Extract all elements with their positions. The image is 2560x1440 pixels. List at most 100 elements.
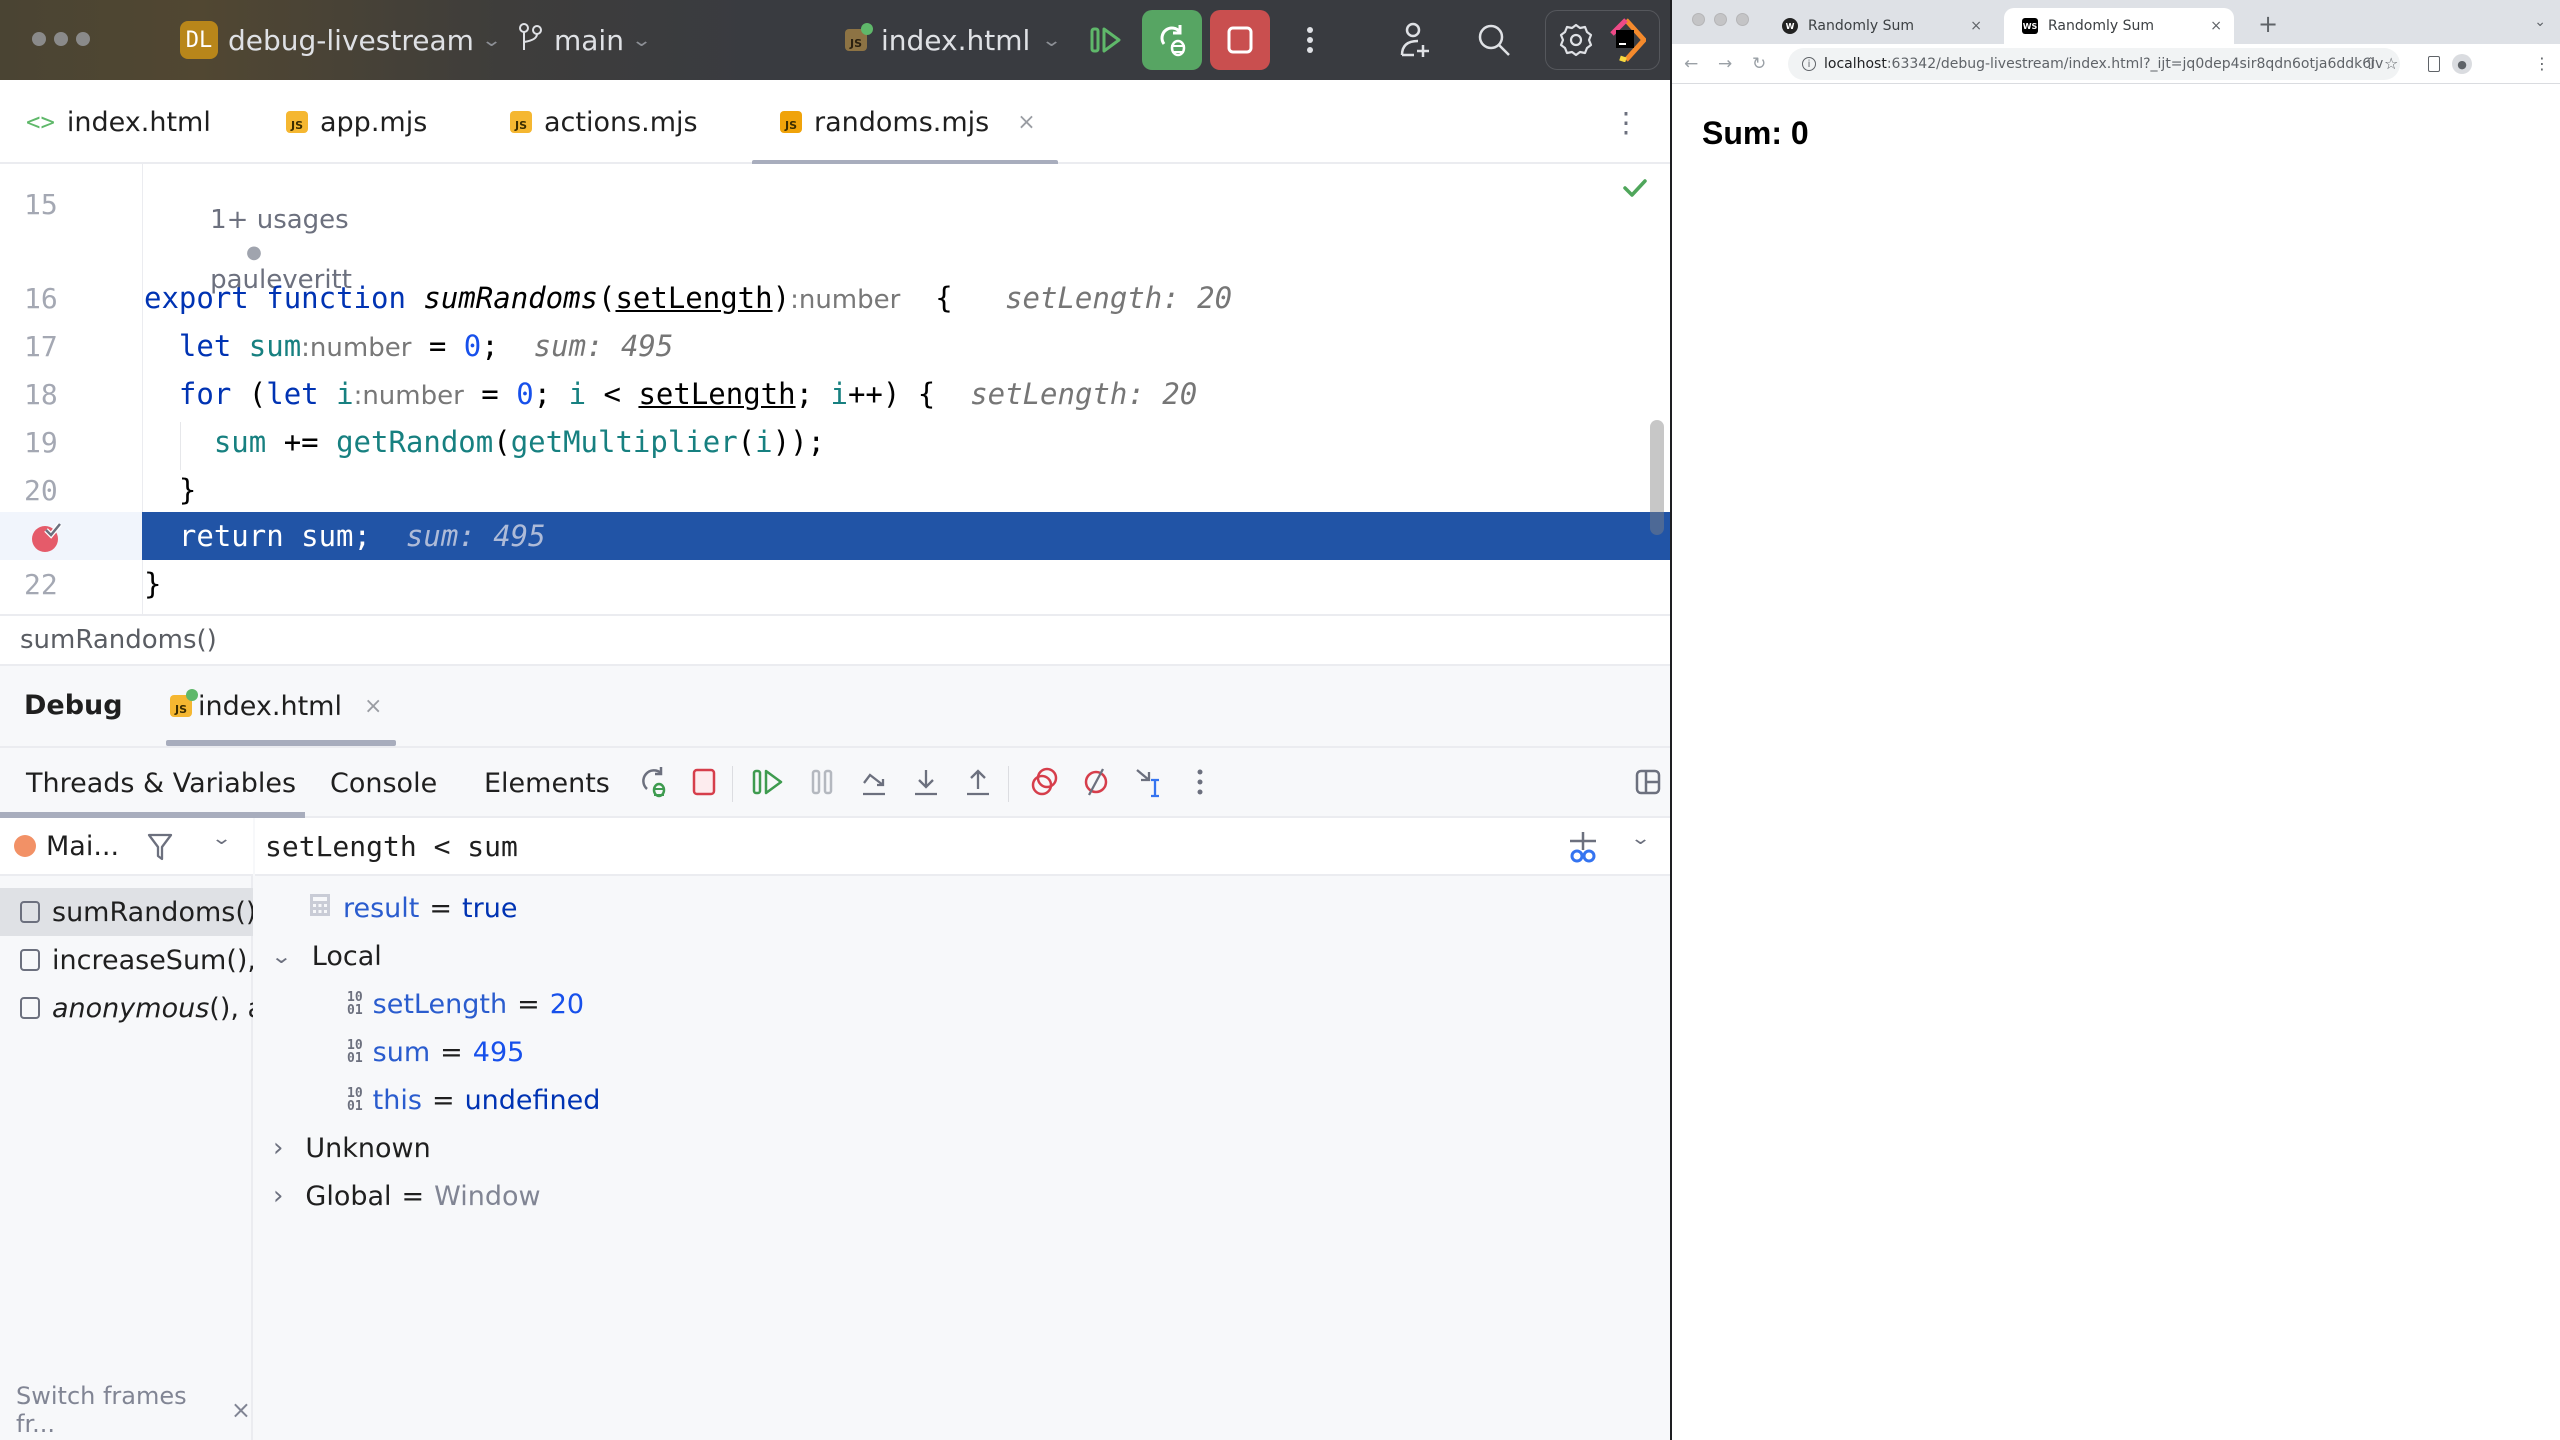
stop-icon (692, 768, 716, 796)
equals-sign: = (517, 988, 540, 1020)
tab-search-chevron-icon[interactable]: ⌄ (2534, 14, 2546, 30)
step-over-button[interactable] (854, 762, 894, 802)
editor-scrollbar[interactable] (1650, 420, 1664, 535)
tab-app-mjs[interactable]: JS app.mjs (286, 80, 427, 164)
profile-avatar-icon[interactable]: ● (2452, 54, 2472, 74)
debug-header: Debug JS index.html × (0, 666, 1670, 746)
more-options-button[interactable] (1180, 762, 1220, 802)
sum-heading: Sum: 0 (1702, 115, 1809, 151)
evaluate-expression-input[interactable] (265, 829, 1465, 863)
resume-program-button[interactable] (1086, 20, 1126, 60)
scope-local[interactable]: ⌄ Local (270, 932, 381, 980)
browser-menu-icon[interactable]: ⋮ (2534, 54, 2550, 73)
inline-value: setLength: 20 (1005, 281, 1233, 315)
code-with-me-button[interactable] (1396, 20, 1436, 60)
variable-row[interactable]: 10 01 sum = 495 (347, 1028, 524, 1076)
filter-icon[interactable] (146, 832, 174, 866)
variable-row[interactable]: 10 01 this = undefined (347, 1076, 600, 1124)
page-content: Sum: 0 (1672, 85, 2560, 1440)
rerun-icon (642, 767, 666, 798)
code-text: return sum; sum: 495 (178, 519, 546, 553)
scope-value: Window (434, 1180, 541, 1212)
tab-threads-variables[interactable]: Threads & Variables (26, 768, 296, 799)
variable-name: setLength (372, 988, 508, 1020)
mute-breakpoints-button[interactable] (1076, 762, 1116, 802)
close-tab-icon[interactable]: × (1017, 110, 1035, 135)
equals-sign: = (440, 1036, 463, 1068)
line-number: 18 (24, 377, 58, 411)
tab-actions-mjs[interactable]: JS actions.mjs (510, 80, 698, 164)
code-line: 17 let sum:number = 0; sum: 495 (0, 322, 1670, 370)
ide-window: DL debug-livestream ⌄ main ⌄ JS index.ht… (0, 0, 1670, 1440)
debug-session-tab[interactable]: JS index.html × (170, 686, 382, 726)
close-session-icon[interactable]: × (364, 694, 382, 719)
browser-tab[interactable]: W Randomly Sum × (1764, 8, 1994, 44)
rerun-debug-button[interactable] (1142, 10, 1202, 70)
chevron-right-icon[interactable]: › (273, 1181, 283, 1211)
branch-selector[interactable]: main ⌄ (518, 20, 652, 60)
chevron-right-icon[interactable]: › (273, 1133, 283, 1163)
jetbrains-toolbox-button[interactable] (1606, 18, 1646, 62)
stack-frame[interactable]: sumRandoms(), (0, 888, 253, 936)
chevron-down-icon[interactable]: ⌄ (270, 944, 292, 968)
bookmark-star-icon[interactable]: ☆ (2384, 54, 2398, 73)
close-hint-icon[interactable]: × (231, 1396, 251, 1424)
close-tab-icon[interactable]: × (2210, 18, 2222, 34)
settings-button[interactable] (1556, 20, 1596, 60)
stop-button[interactable] (1210, 10, 1270, 70)
view-breakpoints-button[interactable] (1024, 762, 1064, 802)
close-tab-icon[interactable]: × (1970, 18, 1982, 34)
scope-global[interactable]: › Global = Window (273, 1172, 541, 1220)
search-everywhere-button[interactable] (1474, 20, 1514, 60)
site-info-icon[interactable]: i (1802, 57, 1816, 71)
new-tab-button[interactable]: + (2258, 10, 2278, 38)
resume-button[interactable] (748, 762, 788, 802)
address-bar[interactable]: i localhost:63342/debug-livestream/index… (1788, 48, 2400, 80)
step-out-button[interactable] (958, 762, 998, 802)
thread-selector[interactable]: Mai... ⌄ (0, 818, 253, 876)
evaluation-result-row[interactable]: result = true (309, 884, 517, 932)
reload-icon[interactable]: ↻ (1752, 54, 1766, 74)
pause-button[interactable] (802, 762, 842, 802)
step-into-button[interactable] (906, 762, 946, 802)
stack-frame[interactable]: increaseSum(), (0, 936, 253, 984)
ide-titlebar: DL debug-livestream ⌄ main ⌄ JS index.ht… (0, 0, 1670, 80)
search-icon (1478, 24, 1510, 56)
tab-console[interactable]: Console (330, 768, 437, 799)
frame-icon (20, 949, 40, 971)
more-actions-button[interactable] (1290, 20, 1330, 60)
window-controls[interactable] (1692, 13, 1749, 26)
back-arrow-icon[interactable]: ← (1684, 54, 1698, 74)
project-selector[interactable]: DL debug-livestream ⌄ (180, 20, 502, 60)
resume-icon (752, 769, 783, 795)
code-editor[interactable]: 15 1+ usages ● pauleveritt 16 export fun… (0, 164, 1670, 614)
tab-index-html[interactable]: <> index.html (26, 80, 211, 164)
stop-button[interactable] (684, 762, 724, 802)
side-panel-icon[interactable] (2428, 56, 2440, 72)
main-menu-button[interactable] (32, 32, 90, 46)
line-number: 15 (24, 187, 58, 221)
chevron-down-icon[interactable]: ⌄ (211, 828, 232, 849)
forward-arrow-icon[interactable]: → (1718, 54, 1732, 74)
run-configuration-selector[interactable]: JS index.html ⌄ (845, 20, 1062, 60)
variable-value: 20 (549, 988, 585, 1020)
browser-tab-active[interactable]: WS Randomly Sum × (2004, 8, 2234, 44)
scope-unknown[interactable]: › Unknown (273, 1124, 431, 1172)
stack-frame[interactable]: anonymous(), ac (0, 984, 253, 1032)
code-text: } (144, 567, 162, 601)
share-icon[interactable]: ⇧ (2364, 54, 2377, 73)
tab-actions-more-icon[interactable]: ⋮ (1612, 106, 1640, 139)
code-line: 19 sum += getRandom(getMultiplier(i)); (0, 418, 1670, 466)
breadcrumb-item[interactable]: sumRandoms() (20, 625, 217, 655)
variable-row[interactable]: 10 01 setLength = 20 (347, 980, 584, 1028)
tab-elements[interactable]: Elements (484, 768, 610, 799)
layout-settings-button[interactable] (1628, 762, 1668, 802)
webstorm-favicon: WS (2022, 18, 2038, 34)
zoom-window-button (1736, 13, 1749, 26)
rerun-button[interactable] (634, 762, 674, 802)
add-to-watches-icon[interactable] (1567, 830, 1599, 868)
run-to-cursor-button[interactable] (1128, 762, 1168, 802)
breakpoint-icon[interactable] (30, 520, 64, 558)
tab-randoms-mjs[interactable]: JS randoms.mjs × (752, 80, 1058, 166)
expand-evaluate-icon[interactable]: ⌄ (1630, 828, 1651, 849)
